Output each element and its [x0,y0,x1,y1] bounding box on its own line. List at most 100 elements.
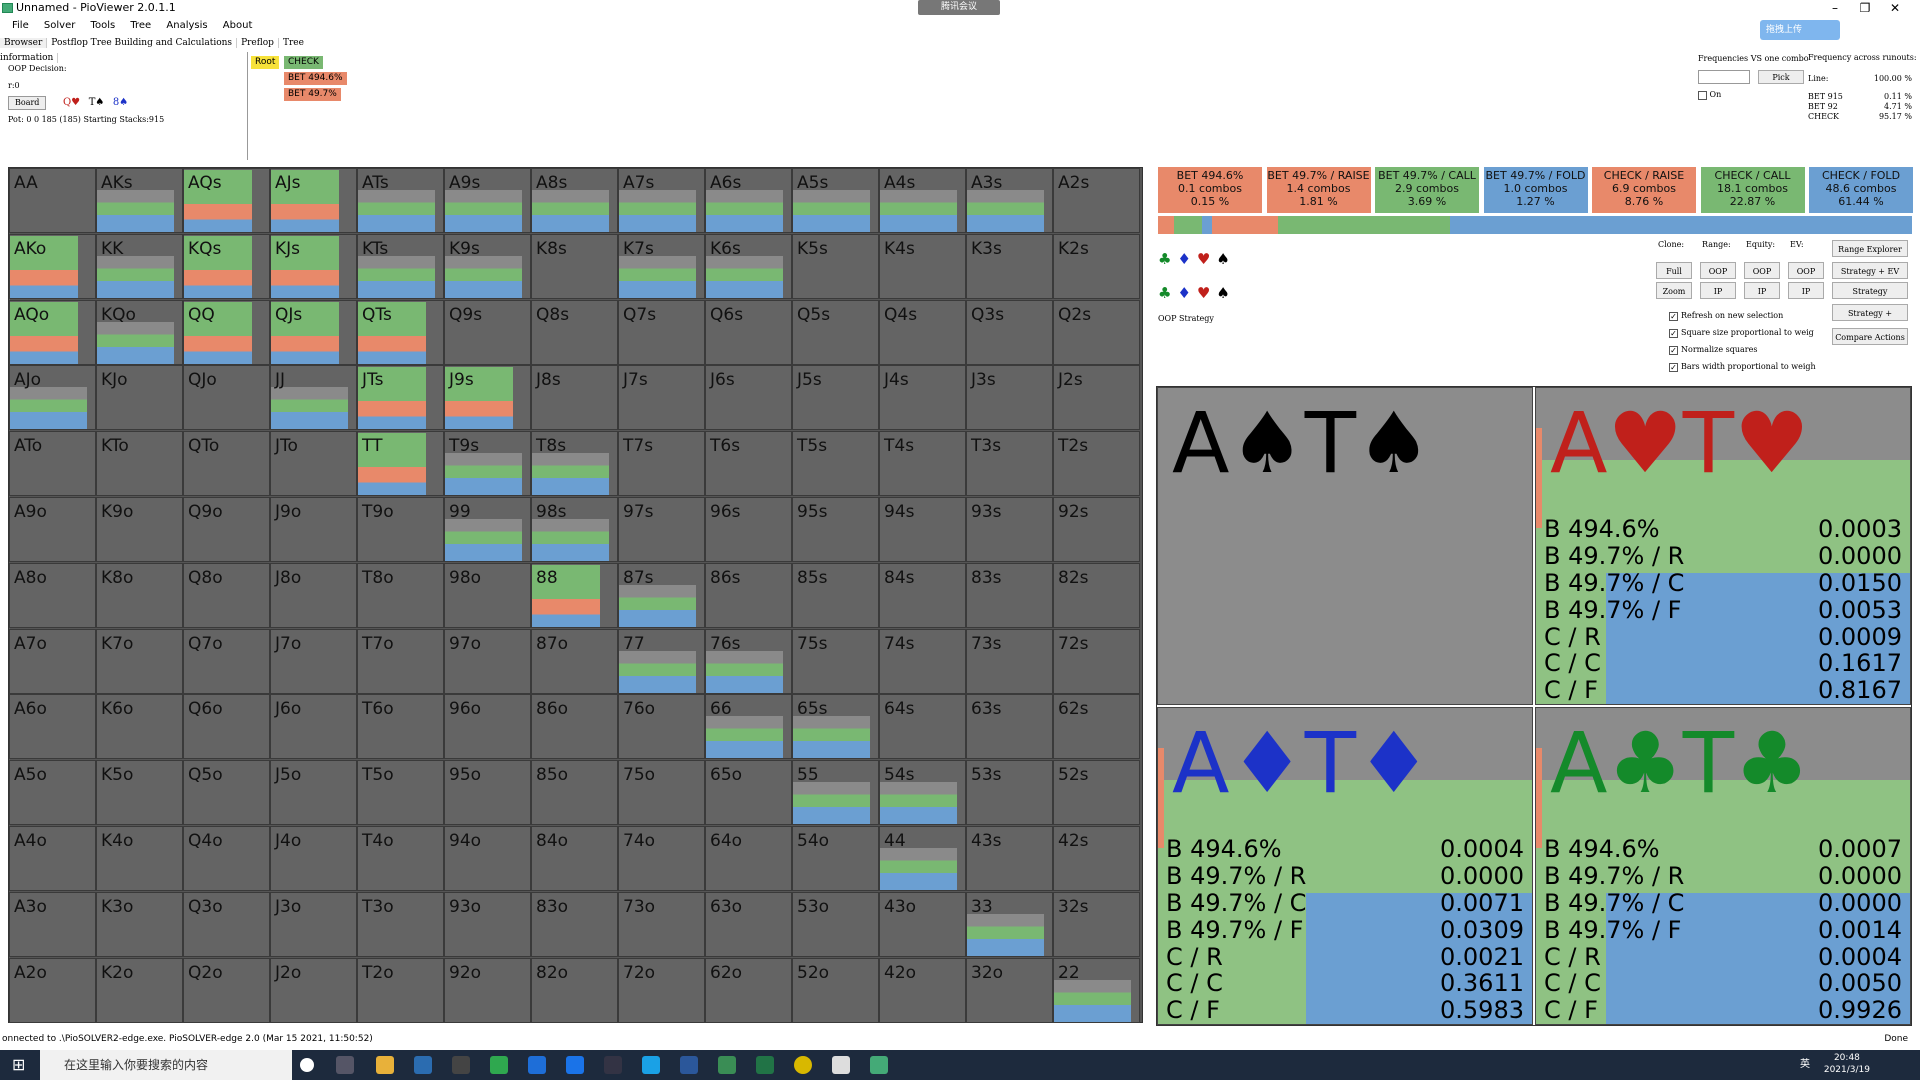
range-cell[interactable]: K4s [879,233,966,299]
range-cell[interactable]: J6s [705,365,792,431]
range-cell[interactable]: Q9s [444,299,531,365]
range-cell[interactable]: J5s [792,365,879,431]
range-cell[interactable]: QJo [183,365,270,431]
range-cell[interactable]: 32s [1053,891,1140,957]
range-cell[interactable]: AKs [96,168,183,233]
range-cell[interactable]: 85o [531,760,618,826]
ime-indicator[interactable]: 英 [1800,1050,1810,1080]
file-explorer-icon[interactable] [376,1056,394,1074]
range-cell[interactable]: 94o [444,826,531,891]
checkbox-check[interactable]: ✓ [1669,345,1678,355]
range-cell[interactable]: 88 [531,562,618,628]
board-button[interactable]: Board [8,96,47,110]
range-cell[interactable]: T4o [357,826,444,891]
range-cell[interactable]: J7s [618,365,705,431]
range-cell[interactable]: K2s [1053,233,1140,299]
action-summary-box[interactable]: CHECK / RAISE 6.9 combos 8.76 % [1592,167,1696,213]
range-cell[interactable]: 77 [618,628,705,694]
range-cell[interactable]: J6o [270,694,357,760]
range-cell[interactable]: AQs [183,168,270,233]
range-cell[interactable]: K9s [444,233,531,299]
menu-solver[interactable]: Solver [44,20,75,31]
range-cell[interactable]: J3o [270,891,357,957]
range-cell[interactable]: J4s [879,365,966,431]
range-cell[interactable]: KJs [270,233,357,299]
range-cell[interactable]: T6s [705,431,792,497]
range-cell[interactable]: K8o [96,562,183,628]
range-cell[interactable]: 86o [531,694,618,760]
range-cell[interactable]: 96s [705,497,792,562]
range-cell[interactable]: J2s [1053,365,1140,431]
range-cell[interactable]: J9s [444,365,531,431]
range-cell[interactable]: 55 [792,760,879,826]
range-cell[interactable]: 76o [618,694,705,760]
range-cell[interactable]: A2s [1053,168,1140,233]
tree-check-node[interactable]: CHECK [284,56,323,69]
combo-quadrant[interactable]: A♠T♠ [1157,387,1533,705]
range-cell[interactable]: 54o [792,826,879,891]
range-cell[interactable]: 86s [705,562,792,628]
combo-quadrant[interactable]: A♦T♦ B 494.6% 0.0004 B 49.7% / R 0.0000 B 49.… [1157,707,1533,1025]
range-cell[interactable]: 66 [705,694,792,760]
tab-postflop[interactable]: Postflop Tree Building and Calculations [47,38,238,48]
on-checkbox[interactable]: On [1698,90,1721,100]
strategy-ev-button[interactable]: Strategy + EV [1832,262,1908,279]
tree-bet1-node[interactable]: BET 494.6% [284,72,347,85]
app-icon[interactable] [832,1056,850,1074]
range-cell[interactable]: 93s [966,497,1053,562]
range-cell[interactable]: 84s [879,562,966,628]
range-cell[interactable]: AQo [9,299,96,365]
range-cell[interactable]: 72s [1053,628,1140,694]
club-filter-icon[interactable]: ♣ [1158,250,1171,268]
menu-tree[interactable]: Tree [130,20,151,31]
range-cell[interactable]: KTo [96,431,183,497]
checkbox-check[interactable]: ✓ [1669,311,1678,321]
range-cell[interactable]: K7o [96,628,183,694]
range-cell[interactable]: 53s [966,760,1053,826]
range-cell[interactable]: 98o [444,562,531,628]
normalize-checkbox[interactable]: ✓ Normalize squares [1669,345,1757,355]
range-cell[interactable]: A5o [9,760,96,826]
range-cell[interactable]: 99 [444,497,531,562]
app-icon[interactable] [566,1056,584,1074]
action-summary-box[interactable]: BET 49.7% / FOLD 1.0 combos 1.27 % [1483,167,1588,213]
range-cell[interactable]: K6o [96,694,183,760]
pioviewer-taskbar-icon[interactable] [870,1056,888,1074]
word-icon[interactable] [680,1056,698,1074]
heart-filter-icon[interactable]: ♥ [1197,250,1210,268]
range-cell[interactable]: 74s [879,628,966,694]
range-cell[interactable]: JTs [357,365,444,431]
range-cell[interactable]: 63s [966,694,1053,760]
range-explorer-button[interactable]: Range Explorer [1832,240,1908,257]
range-cell[interactable]: 54s [879,760,966,826]
range-cell[interactable]: J2o [270,957,357,1023]
wechat-icon[interactable] [490,1056,508,1074]
excel-icon[interactable] [756,1056,774,1074]
range-cell[interactable]: 64s [879,694,966,760]
range-cell[interactable]: K5s [792,233,879,299]
range-cell[interactable]: AJo [9,365,96,431]
range-cell[interactable]: A6s [705,168,792,233]
range-cell[interactable]: Q5s [792,299,879,365]
range-cell[interactable]: ATs [357,168,444,233]
range-cell[interactable]: A6o [9,694,96,760]
range-cell[interactable]: Q7o [183,628,270,694]
range-cell[interactable]: 65o [705,760,792,826]
range-cell[interactable]: 95o [444,760,531,826]
action-summary-box[interactable]: BET 49.7% / RAISE 1.4 combos 1.81 % [1266,167,1371,213]
range-cell[interactable]: KQo [96,299,183,365]
range-cell[interactable]: J3s [966,365,1053,431]
spade-filter-icon[interactable]: ♠ [1216,250,1229,268]
range-cell[interactable]: T7s [618,431,705,497]
range-cell[interactable]: T2o [357,957,444,1023]
on-checkbox-box[interactable] [1698,90,1707,100]
range-cell[interactable]: ATo [9,431,96,497]
diamond-filter-icon[interactable]: ♦ [1177,284,1190,302]
range-cell[interactable]: 43o [879,891,966,957]
range-cell[interactable]: 97s [618,497,705,562]
range-cell[interactable]: A9s [444,168,531,233]
range-cell[interactable]: KK [96,233,183,299]
range-cell[interactable]: JJ [270,365,357,431]
range-cell[interactable]: K7s [618,233,705,299]
clock[interactable]: 20:48 2021/3/19 [1824,1052,1870,1076]
